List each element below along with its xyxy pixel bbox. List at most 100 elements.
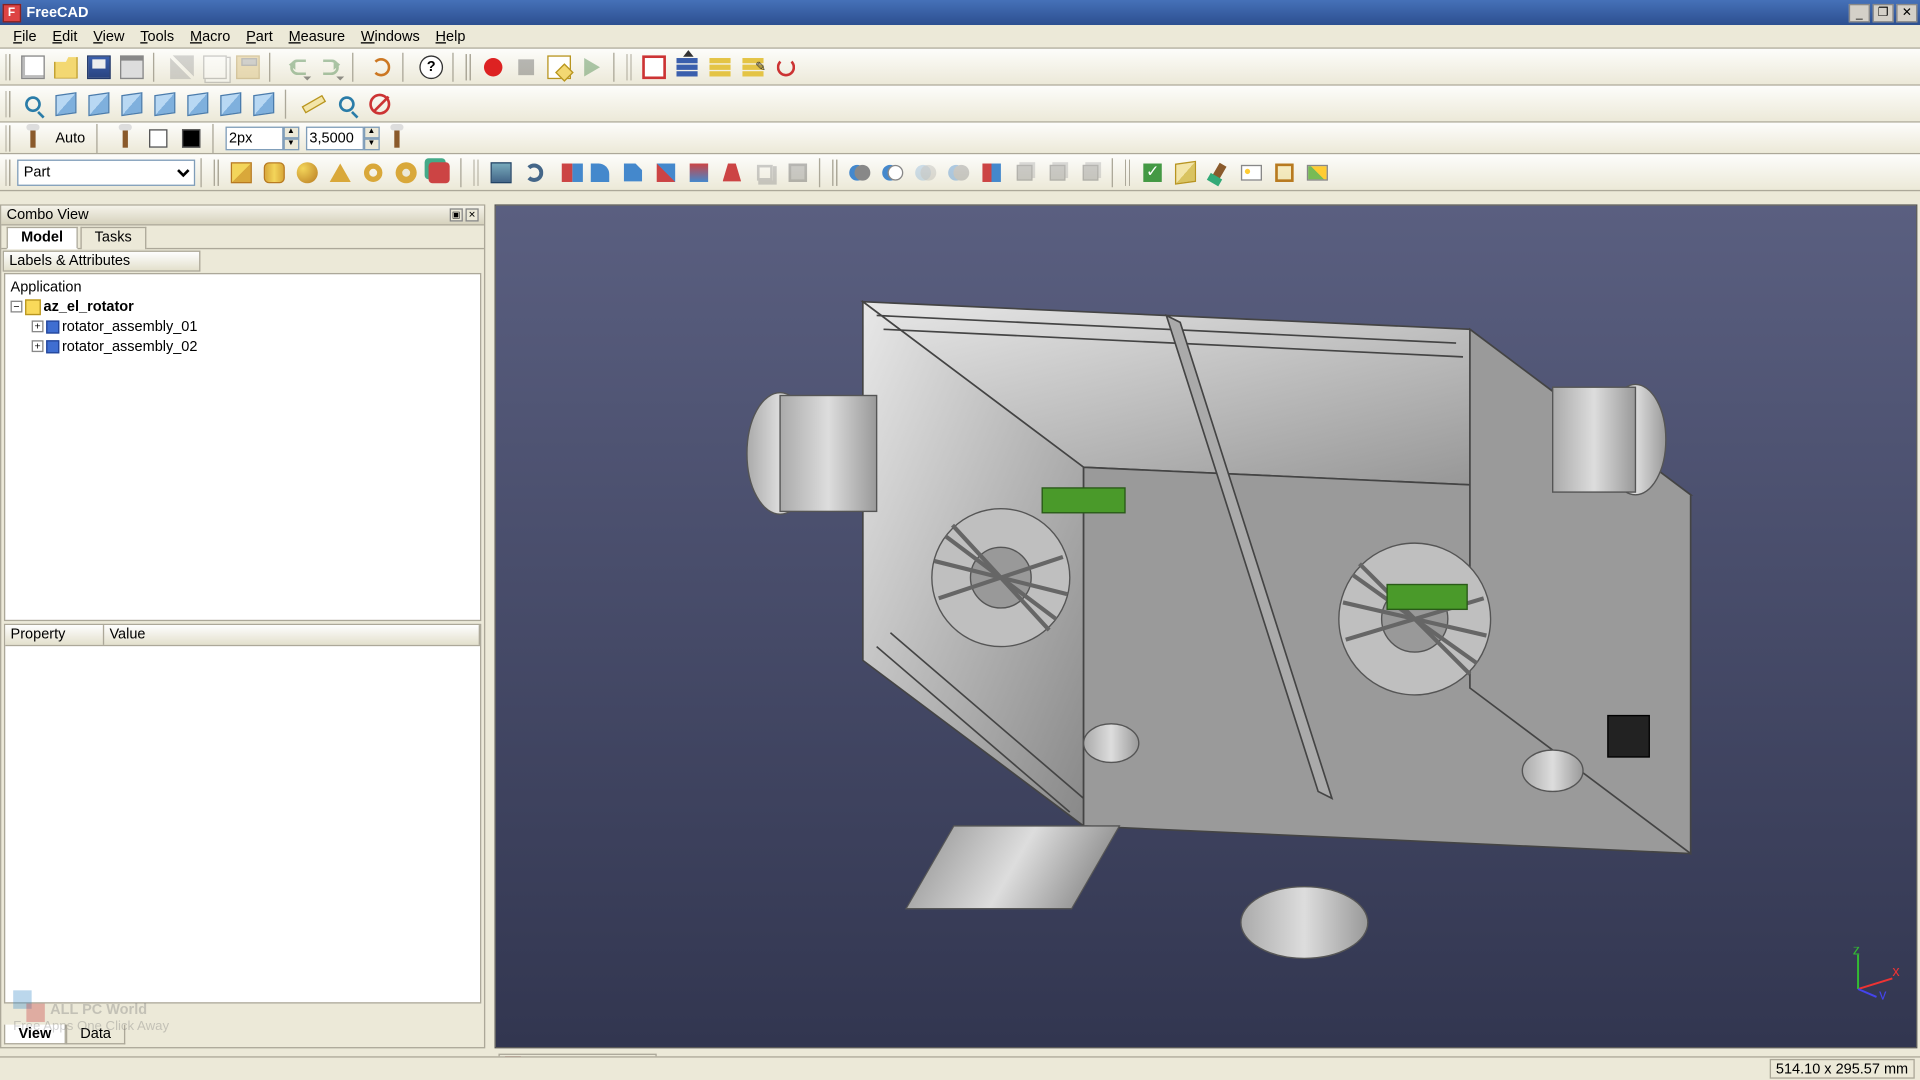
right-view-button[interactable]	[149, 88, 181, 120]
expand-toggle[interactable]: +	[32, 340, 44, 352]
macro-stop-button[interactable]	[510, 51, 542, 83]
part-box-button[interactable]	[225, 156, 257, 188]
font-size-input[interactable]	[305, 126, 363, 150]
line-width-down[interactable]: ▼	[283, 138, 299, 150]
save-button[interactable]	[83, 51, 115, 83]
menu-part[interactable]: Part	[238, 26, 280, 47]
part-sweep-button[interactable]	[716, 156, 748, 188]
line-width-up[interactable]: ▲	[283, 126, 299, 138]
part-shapebuilder-button[interactable]	[423, 156, 455, 188]
rear-view-button[interactable]	[182, 88, 214, 120]
apply-style-button[interactable]	[381, 122, 413, 154]
axo-view-button[interactable]	[50, 88, 82, 120]
layers-button[interactable]	[704, 51, 736, 83]
part-fillet-button[interactable]	[584, 156, 616, 188]
menu-tools[interactable]: Tools	[132, 26, 182, 47]
part-mirror-button[interactable]	[551, 156, 583, 188]
left-view-button[interactable]	[248, 88, 280, 120]
minimize-button[interactable]: _	[1849, 3, 1870, 21]
part-sphere-button[interactable]	[291, 156, 323, 188]
layers-edit-button[interactable]	[737, 51, 769, 83]
font-size-down[interactable]: ▼	[363, 138, 379, 150]
value-col-header[interactable]: Value	[104, 625, 480, 645]
bottom-view-button[interactable]	[215, 88, 247, 120]
fill-color-swatch[interactable]	[175, 122, 207, 154]
view-iso-button[interactable]	[1170, 156, 1202, 188]
part-torus-button[interactable]	[357, 156, 389, 188]
part-compound2-button[interactable]	[1042, 156, 1074, 188]
part-revolve-button[interactable]	[518, 156, 550, 188]
check-geometry-button[interactable]	[1137, 156, 1169, 188]
part-section-button[interactable]	[976, 156, 1008, 188]
workbench-select[interactable]: Part	[17, 159, 195, 185]
part-join-button[interactable]	[943, 156, 975, 188]
tab-view[interactable]: View	[4, 1025, 66, 1045]
cut-button[interactable]	[166, 51, 198, 83]
appearance-button[interactable]	[1203, 156, 1235, 188]
macro-record-button[interactable]	[477, 51, 509, 83]
part-cut-button[interactable]	[877, 156, 909, 188]
measure-clear-button[interactable]	[364, 88, 396, 120]
drawing-page-button[interactable]	[638, 51, 670, 83]
menu-help[interactable]: Help	[428, 26, 474, 47]
fit-all-button[interactable]	[17, 88, 49, 120]
image-open-button[interactable]	[1236, 156, 1268, 188]
measure-distance-button[interactable]	[298, 88, 330, 120]
tree-item-assembly-01[interactable]: + rotator_assembly_01	[11, 316, 475, 336]
part-compound-button[interactable]	[1009, 156, 1041, 188]
top-view-button[interactable]	[116, 88, 148, 120]
combo-float-button[interactable]: ▣	[450, 208, 463, 221]
part-explode-button[interactable]	[1075, 156, 1107, 188]
redo-button[interactable]	[315, 51, 347, 83]
part-import-button[interactable]	[671, 51, 703, 83]
combo-close-button[interactable]: ✕	[466, 208, 479, 221]
menu-edit[interactable]: Edit	[45, 26, 86, 47]
menu-view[interactable]: View	[85, 26, 132, 47]
part-ruled-button[interactable]	[650, 156, 682, 188]
part-cylinder-button[interactable]	[258, 156, 290, 188]
menu-file[interactable]: File	[5, 26, 44, 47]
zoom-button[interactable]	[331, 88, 363, 120]
menu-macro[interactable]: Macro	[182, 26, 238, 47]
macro-play-button[interactable]	[576, 51, 608, 83]
refresh-button[interactable]	[365, 51, 397, 83]
tab-tasks[interactable]: Tasks	[80, 227, 146, 249]
tree-item-assembly-02[interactable]: + rotator_assembly_02	[11, 336, 475, 356]
3d-viewport[interactable]: x z y	[495, 204, 1918, 1048]
font-size-up[interactable]: ▲	[363, 126, 379, 138]
labels-attributes-header[interactable]: Labels & Attributes	[3, 251, 201, 272]
part-loft-button[interactable]	[683, 156, 715, 188]
part-thickness-button[interactable]	[782, 156, 814, 188]
construction-mode-button[interactable]	[17, 122, 49, 154]
tab-data[interactable]: Data	[66, 1025, 126, 1045]
face-color-button[interactable]	[109, 122, 141, 154]
menu-windows[interactable]: Windows	[353, 26, 428, 47]
part-primitives-button[interactable]	[390, 156, 422, 188]
part-cone-button[interactable]	[324, 156, 356, 188]
line-width-input[interactable]	[225, 126, 283, 150]
line-color-swatch[interactable]	[142, 122, 174, 154]
front-view-button[interactable]	[83, 88, 115, 120]
tree-document-node[interactable]: − az_el_rotator	[11, 297, 475, 317]
reload-button[interactable]	[770, 51, 802, 83]
macro-edit-button[interactable]	[543, 51, 575, 83]
tree-application-node[interactable]: Application	[11, 277, 475, 297]
expand-toggle[interactable]: +	[32, 320, 44, 332]
tab-model[interactable]: Model	[7, 227, 78, 249]
property-col-header[interactable]: Property	[5, 625, 104, 645]
print-button[interactable]	[116, 51, 148, 83]
image-plane-button[interactable]	[1269, 156, 1301, 188]
undo-button[interactable]	[282, 51, 314, 83]
copy-button[interactable]	[199, 51, 231, 83]
maximize-button[interactable]: ❐	[1873, 3, 1894, 21]
menu-measure[interactable]: Measure	[281, 26, 353, 47]
part-extrude-button[interactable]	[485, 156, 517, 188]
font-size-stepper[interactable]: ▲▼	[305, 125, 379, 151]
part-offset-button[interactable]	[749, 156, 781, 188]
part-chamfer-button[interactable]	[617, 156, 649, 188]
workbench-selector[interactable]: Part	[17, 159, 195, 185]
open-button[interactable]	[50, 51, 82, 83]
whats-this-button[interactable]: ?	[415, 51, 447, 83]
line-width-stepper[interactable]: ▲▼	[225, 125, 299, 151]
part-common-button[interactable]	[910, 156, 942, 188]
